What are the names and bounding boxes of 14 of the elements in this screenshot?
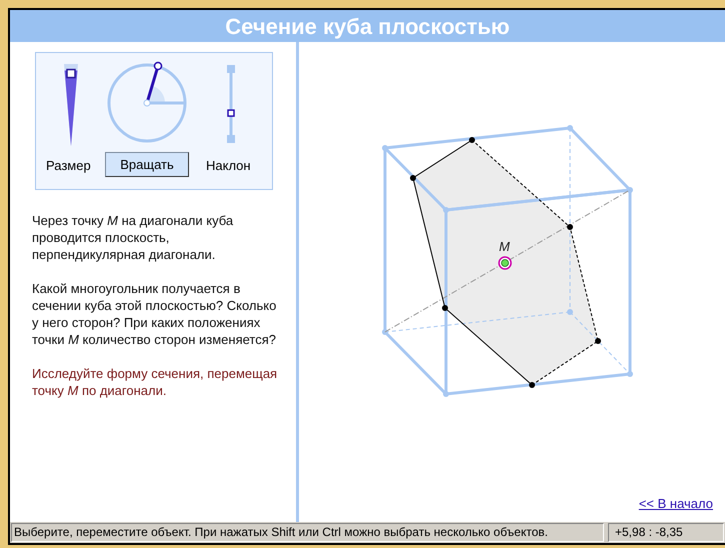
- rotate-button[interactable]: Вращать: [105, 152, 189, 177]
- coordinates-readout: +5,98 : -8,35: [608, 523, 724, 542]
- tilt-slider[interactable]: [225, 65, 237, 143]
- description-paragraph: Через точку M на диагонали куба проводится плоскость, перпендикулярная диагонали.: [32, 212, 234, 263]
- slider-label: Наклон: [206, 157, 251, 175]
- size-slider[interactable]: [62, 64, 80, 146]
- point-label: M: [499, 239, 510, 254]
- hint-text: Исследуйте форму сечения, перемещая точку M по диагонали.: [32, 365, 278, 399]
- status-message: Выберите, переместите объект. При нажатых Shift или Ctrl можно выбрать несколько объектов.: [11, 523, 604, 542]
- slider-label: Размер: [46, 157, 91, 175]
- description-paragraph: Какой многоугольник получается в сечении куба этой плоскостью? Сколько у него сторон? При каких положениях точки M количество сторон изменяется?: [32, 280, 278, 348]
- window-title: Сечение куба плоскостью: [10, 10, 725, 42]
- point-m[interactable]: [498, 256, 512, 270]
- home-link[interactable]: << В начало: [638, 494, 713, 514]
